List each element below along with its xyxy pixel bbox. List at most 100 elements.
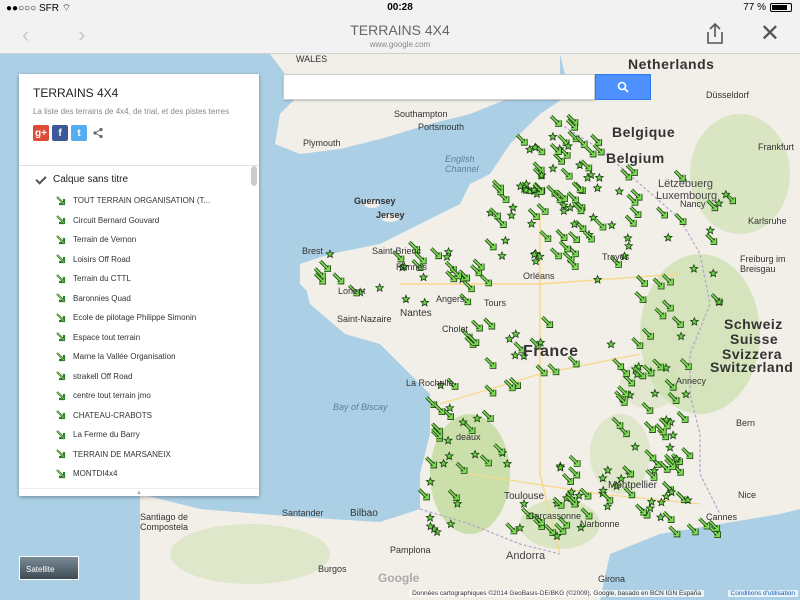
collapse-icon[interactable]: ▲ <box>19 488 259 496</box>
map-marker[interactable] <box>515 133 528 146</box>
map-marker[interactable] <box>671 315 684 328</box>
map-marker[interactable] <box>445 402 455 413</box>
terms-link[interactable]: Conditions d'utilisation <box>727 590 798 597</box>
place-list-item[interactable]: Marne la Vallée Organisation <box>35 347 245 367</box>
map-marker[interactable] <box>419 297 430 307</box>
checkbox-icon[interactable] <box>35 175 45 185</box>
map-marker[interactable] <box>497 250 507 261</box>
map-marker[interactable] <box>568 466 581 479</box>
map-marker[interactable] <box>479 274 492 287</box>
map-marker[interactable] <box>438 458 449 468</box>
map-marker[interactable] <box>470 449 480 459</box>
page-url[interactable]: www.google.com <box>0 40 800 49</box>
map-marker[interactable] <box>484 238 497 251</box>
map-marker[interactable] <box>661 491 672 501</box>
map-marker[interactable] <box>471 319 483 332</box>
place-list-item[interactable]: Ecole de pilotage Philippe Simonin <box>35 308 245 328</box>
map-marker[interactable] <box>630 441 640 451</box>
map-marker[interactable] <box>664 378 677 391</box>
place-list-item[interactable]: TOUT TERRAIN ORGANISATION (T... <box>35 191 245 211</box>
map-marker[interactable] <box>504 334 515 344</box>
map-marker[interactable] <box>580 507 593 520</box>
map-marker[interactable] <box>536 202 549 215</box>
map-marker[interactable] <box>662 511 675 523</box>
map-marker[interactable] <box>623 374 636 387</box>
map-marker[interactable] <box>620 168 633 181</box>
map-marker[interactable] <box>511 329 521 339</box>
map-marker[interactable] <box>630 188 643 201</box>
map-marker[interactable] <box>549 115 562 127</box>
place-list-item[interactable]: Terrain du CTTL <box>35 269 245 289</box>
map-marker[interactable] <box>675 491 688 504</box>
scrollbar[interactable] <box>251 166 257 186</box>
place-list-item[interactable]: Espace tout terrain <box>35 328 245 348</box>
map-marker[interactable] <box>568 454 581 467</box>
map-marker[interactable] <box>462 280 475 293</box>
map-marker[interactable] <box>631 336 644 349</box>
map-marker[interactable] <box>612 357 625 370</box>
map-marker[interactable] <box>601 491 614 504</box>
map-marker[interactable] <box>676 331 686 341</box>
map-marker[interactable] <box>508 202 518 212</box>
map-marker[interactable] <box>472 413 482 423</box>
map-marker[interactable] <box>374 282 385 293</box>
map-marker[interactable] <box>566 191 579 204</box>
map-marker[interactable] <box>622 465 635 478</box>
map-marker[interactable] <box>541 316 554 328</box>
map-marker[interactable] <box>443 246 454 256</box>
map-marker[interactable] <box>444 451 454 461</box>
map-marker[interactable] <box>654 423 667 436</box>
place-list-item[interactable]: Loisirs Off Road <box>35 250 245 270</box>
map-marker[interactable] <box>319 260 331 272</box>
map-marker[interactable] <box>641 327 654 340</box>
satellite-button[interactable]: Satellite <box>19 556 79 580</box>
map-marker[interactable] <box>535 364 548 377</box>
map-marker[interactable] <box>606 339 616 349</box>
map-marker[interactable] <box>549 142 562 155</box>
map-marker[interactable] <box>418 272 429 282</box>
map-marker[interactable] <box>644 449 657 462</box>
map-marker[interactable] <box>629 205 642 218</box>
map-marker[interactable] <box>635 503 647 516</box>
map-marker[interactable] <box>663 232 674 242</box>
map-marker[interactable] <box>603 465 613 475</box>
map-marker[interactable] <box>656 206 668 219</box>
search-input[interactable] <box>283 74 595 100</box>
map-marker[interactable] <box>527 207 540 220</box>
map-marker[interactable] <box>668 430 678 440</box>
map-marker[interactable] <box>484 357 497 369</box>
facebook-icon[interactable]: f <box>52 125 68 141</box>
map-marker[interactable] <box>681 389 691 399</box>
close-icon[interactable]: ✕ <box>760 19 780 48</box>
search-button[interactable] <box>595 74 651 100</box>
map-marker[interactable] <box>539 229 552 242</box>
map-marker[interactable] <box>417 488 430 501</box>
map-marker[interactable] <box>568 231 580 244</box>
map-marker[interactable] <box>652 277 665 290</box>
map-marker[interactable] <box>665 442 675 452</box>
map-marker[interactable] <box>676 410 689 423</box>
place-list-item[interactable]: centre tout terrain jmo <box>35 386 245 406</box>
map-marker[interactable] <box>493 443 506 456</box>
map-marker[interactable] <box>668 525 681 538</box>
map-marker[interactable] <box>705 225 716 235</box>
map-marker[interactable] <box>332 272 345 285</box>
share-icon[interactable] <box>90 125 106 141</box>
map-marker[interactable] <box>401 294 411 304</box>
place-list-item[interactable]: strakell Off Road <box>35 367 245 387</box>
map-marker[interactable] <box>689 263 699 273</box>
place-list-item[interactable]: Circuit Bernard Gouvard <box>35 211 245 231</box>
map-marker[interactable] <box>641 401 654 414</box>
map-marker[interactable] <box>635 274 648 287</box>
map-marker[interactable] <box>325 249 335 259</box>
map-marker[interactable] <box>425 476 436 486</box>
map-marker[interactable] <box>484 384 497 397</box>
map-marker[interactable] <box>592 183 603 193</box>
map-marker[interactable] <box>526 218 537 228</box>
map-marker[interactable] <box>547 363 560 376</box>
map-marker[interactable] <box>594 218 607 231</box>
map-marker[interactable] <box>625 164 638 176</box>
map-marker[interactable] <box>594 172 605 182</box>
map-marker[interactable] <box>510 350 520 360</box>
map-marker[interactable] <box>500 235 511 245</box>
